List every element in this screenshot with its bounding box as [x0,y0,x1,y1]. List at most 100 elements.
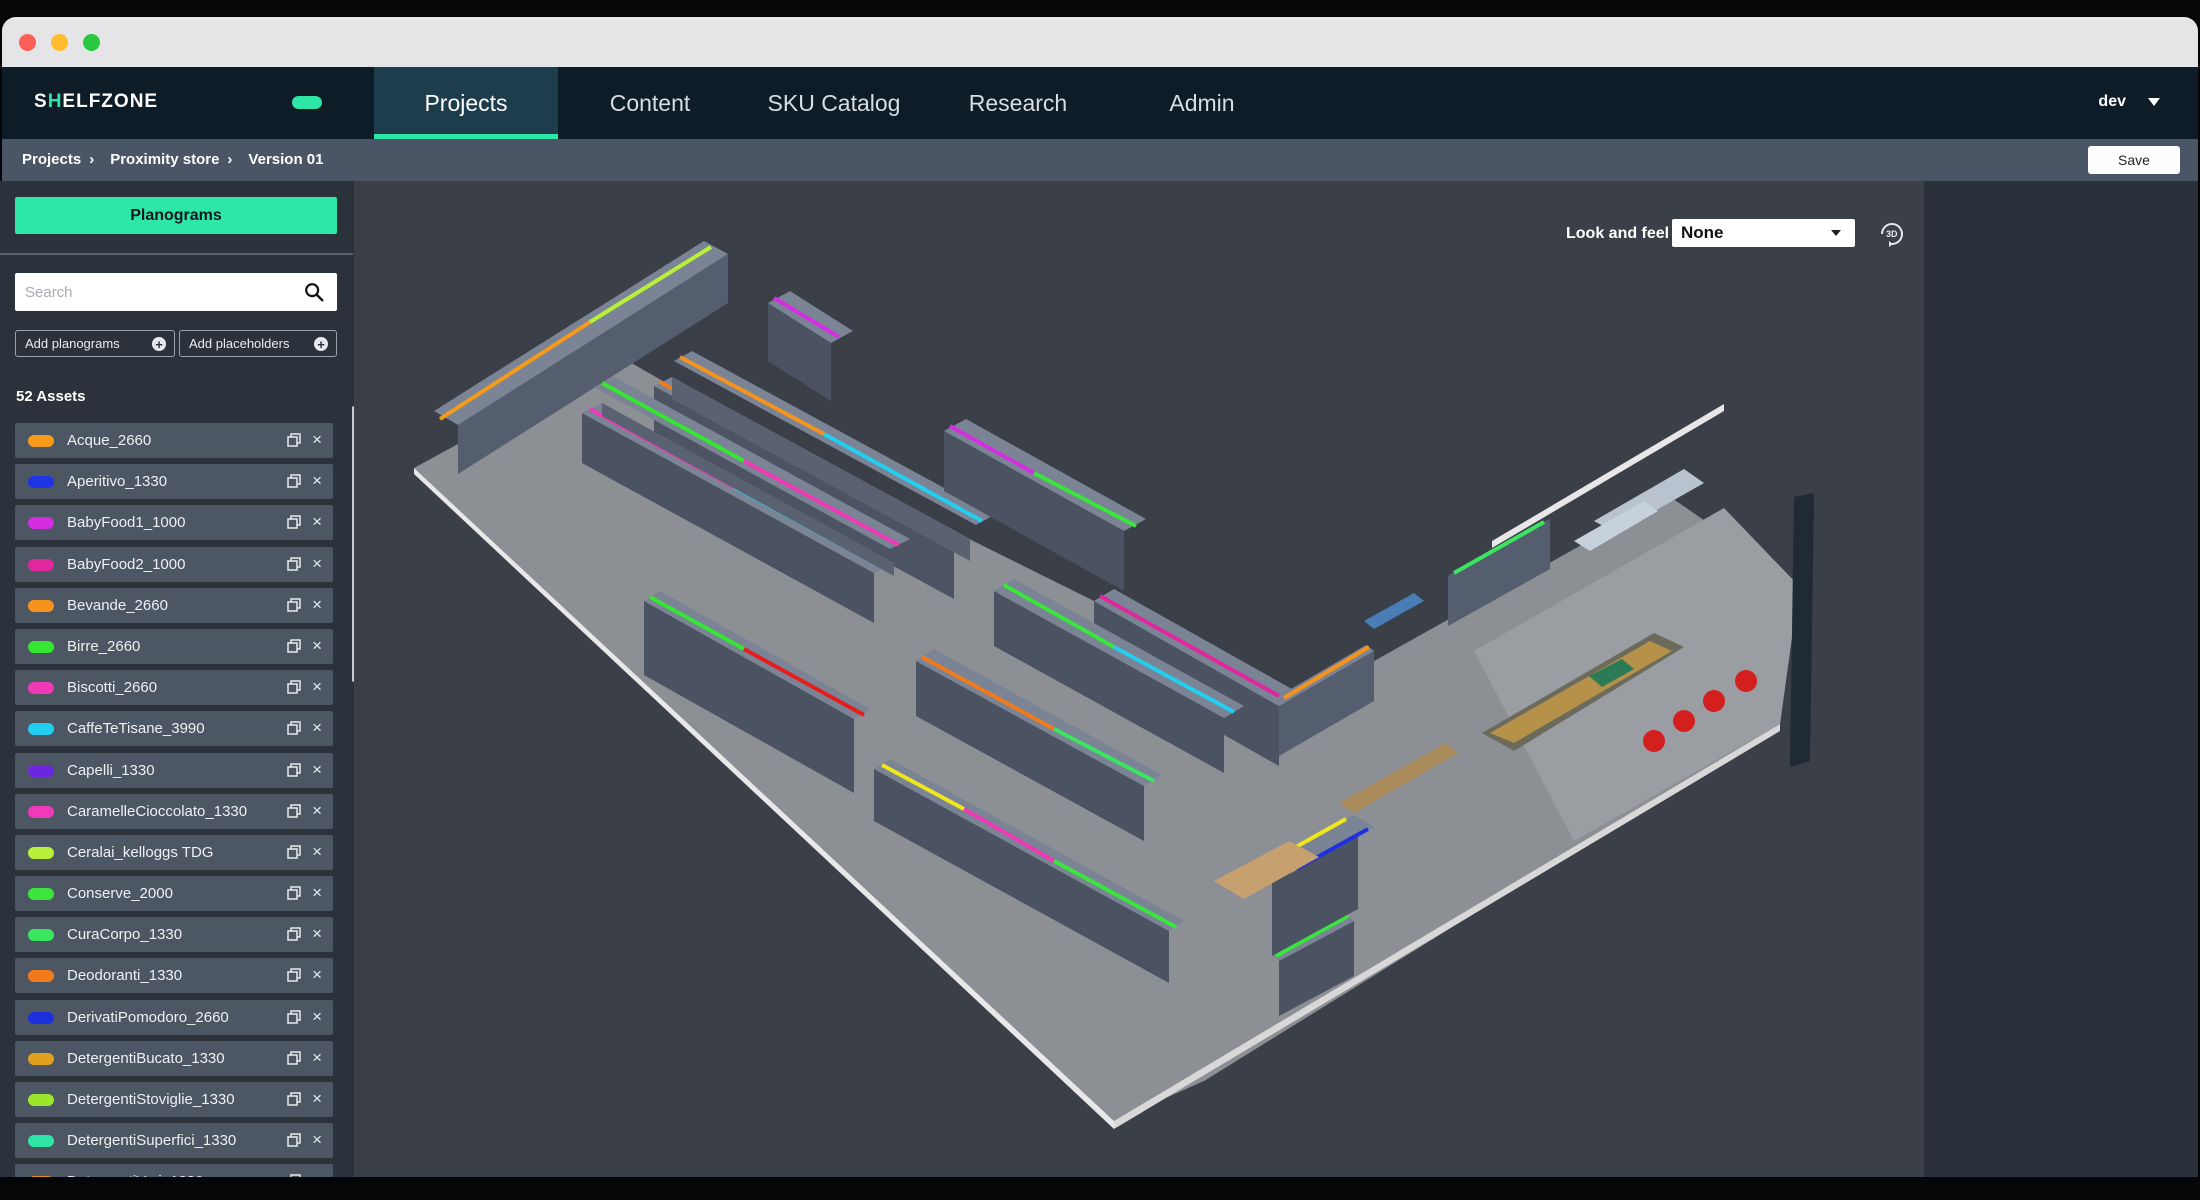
copy-icon[interactable] [287,968,301,983]
asset-name: Capelli_1330 [67,761,155,779]
asset-color-swatch [28,764,54,777]
top-navbar: SHELFZONE Projects Content SKU Catalog R… [2,67,2198,139]
asset-name: Deodoranti_1330 [67,967,183,985]
asset-item[interactable]: Conserve_2000 × [15,876,333,912]
sidebar-divider [0,253,353,255]
asset-name: DetergentiSuperfici_1330 [67,1132,237,1150]
tab-research[interactable]: Research [926,67,1110,139]
asset-item[interactable]: BabyFood1_1000 × [15,505,333,541]
shelf-unit[interactable] [768,291,853,401]
copy-icon[interactable] [287,515,301,530]
copy-icon[interactable] [287,886,301,900]
breadcrumb-item-store[interactable]: Proximity store [110,151,219,168]
copy-icon[interactable] [287,474,301,488]
copy-icon[interactable] [287,762,301,777]
close-icon[interactable]: × [312,595,322,615]
asset-item[interactable]: Aperitivo_1330 × [15,464,333,500]
asset-color-swatch [28,846,54,859]
asset-item[interactable]: DetergentiBucato_1330 × [15,1040,333,1076]
close-icon[interactable]: × [312,842,322,862]
asset-item[interactable]: Acque_2660 × [15,423,333,458]
copy-icon[interactable] [287,1092,301,1106]
asset-item[interactable]: Deodoranti_1330 × [15,958,333,994]
user-name: dev [2098,93,2126,110]
maximize-window-button[interactable] [83,34,100,51]
asset-name: Acque_2660 [67,432,152,449]
close-icon[interactable]: × [312,801,322,821]
close-icon[interactable]: × [312,554,322,574]
close-icon[interactable]: × [312,965,322,985]
asset-name: CaramelleCioccolato_1330 [67,802,248,820]
shelfzone-logo[interactable]: SHELFZONE [34,91,158,113]
asset-item[interactable]: DerivatiPomodoro_2660 × [15,999,333,1035]
asset-item[interactable]: DetergentiSuperfici_1330 × [15,1123,333,1159]
copy-icon[interactable] [287,598,301,612]
search-icon[interactable] [303,281,325,303]
copy-icon[interactable] [287,433,301,447]
copy-icon[interactable] [287,639,301,653]
asset-item[interactable]: BabyFood2_1000 × [15,546,333,582]
add-planograms-button[interactable]: Add planograms + [15,330,175,357]
tab-admin[interactable]: Admin [1110,67,1294,139]
store-3d-canvas[interactable] [354,181,1924,1177]
close-icon[interactable]: × [312,1007,322,1027]
copy-icon[interactable] [287,1009,301,1024]
close-icon[interactable]: × [312,1130,322,1150]
tab-sku-catalog[interactable]: SKU Catalog [742,67,926,139]
copy-icon[interactable] [287,556,301,571]
add-placeholders-button[interactable]: Add placeholders + [179,330,337,357]
close-icon[interactable]: × [312,924,322,944]
planograms-button[interactable]: Planograms [15,197,337,234]
close-icon[interactable]: × [312,636,322,656]
rotate-3d-icon[interactable]: 3D [1877,218,1907,248]
asset-name: DerivatiPomodoro_2660 [67,1008,229,1026]
asset-color-swatch [28,599,54,612]
search-input[interactable] [25,273,295,311]
tab-content[interactable]: Content [558,67,742,139]
user-menu[interactable]: dev [2098,93,2160,111]
chevron-down-icon [2148,98,2160,106]
asset-color-swatch [28,805,54,818]
close-icon[interactable]: × [312,760,322,780]
asset-item[interactable]: DetergentiVari_1330× [15,1164,333,1177]
close-icon[interactable]: × [312,677,322,697]
asset-item[interactable]: Biscotti_2660 × [15,670,333,706]
asset-name: DetergentiBucato_1330 [67,1049,225,1067]
asset-item[interactable]: DetergentiStoviglie_1330 × [15,1082,333,1117]
look-and-feel-select[interactable]: None [1672,219,1855,247]
asset-item[interactable]: CaramelleCioccolato_1330 × [15,793,333,829]
breadcrumb-separator: › [227,151,233,168]
add-planograms-label: Add planograms [25,336,120,351]
save-button[interactable]: Save [2088,146,2180,174]
copy-icon[interactable] [287,721,301,736]
asset-color-swatch [28,1094,54,1106]
copy-icon[interactable] [287,845,301,859]
minimize-window-button[interactable] [51,34,68,51]
asset-item[interactable]: CaffeTeTisane_3990 × [15,711,333,747]
asset-item[interactable]: Birre_2660 × [15,628,333,664]
copy-icon[interactable] [287,803,301,818]
copy-icon[interactable] [287,680,301,694]
asset-name: Bevande_2660 [67,596,168,614]
store-floorplan-3d[interactable] [354,181,1924,1177]
close-window-button[interactable] [19,34,36,51]
asset-item[interactable]: CuraCorpo_1330 × [15,917,333,953]
copy-icon[interactable] [287,927,301,941]
asset-item[interactable]: Capelli_1330 × [15,752,333,788]
asset-item[interactable]: Bevande_2660 × [15,587,333,623]
asset-item[interactable]: Ceralai_kelloggs TDG × [15,834,333,870]
close-icon[interactable]: × [312,883,322,903]
close-icon[interactable]: × [312,718,322,738]
close-icon[interactable]: × [312,1048,322,1068]
asset-color-swatch [28,1052,54,1065]
look-and-feel-label: Look and feel [1566,225,1670,242]
copy-icon[interactable] [287,1133,301,1147]
tab-projects[interactable]: Projects [374,67,558,139]
close-icon[interactable]: × [312,430,322,450]
copy-icon[interactable] [287,1051,301,1065]
close-icon[interactable]: × [312,512,322,532]
asset-name: DetergentiStoviglie_1330 [67,1091,235,1108]
close-icon[interactable]: × [312,471,322,491]
close-icon[interactable]: × [312,1089,322,1109]
breadcrumb-item-projects[interactable]: Projects [22,151,81,168]
